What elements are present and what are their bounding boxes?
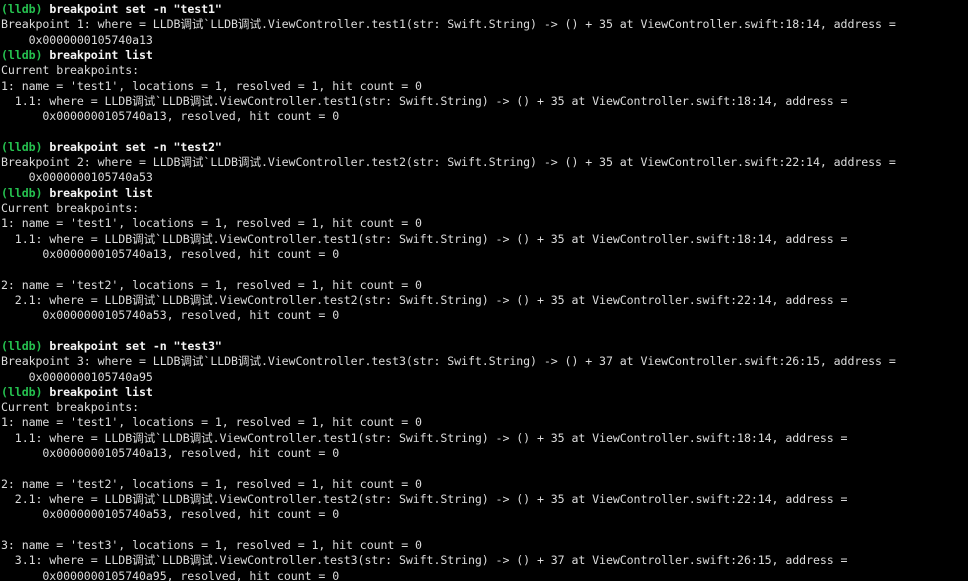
terminal-prompt-line: (lldb) breakpoint list (1, 48, 968, 63)
terminal-output-line: 0x0000000105740a95, resolved, hit count … (1, 569, 968, 581)
terminal-output-line: 0x0000000105740a53, resolved, hit count … (1, 308, 968, 323)
lldb-prompt: (lldb) (1, 384, 50, 399)
terminal-output-text: 1.1: where = LLDB调试`LLDB调试.ViewControlle… (1, 430, 848, 445)
terminal-command-text: breakpoint set -n "test1" (49, 2, 222, 16)
terminal-command-text: breakpoint set -n "test3" (49, 338, 222, 353)
terminal-output-text: 3: name = 'test3', locations = 1, resolv… (1, 537, 422, 552)
terminal-output-text: 2.1: where = LLDB调试`LLDB调试.ViewControlle… (1, 292, 848, 307)
terminal-output-text: 0x0000000105740a13, resolved, hit count … (1, 446, 340, 461)
terminal-output-text: 0x0000000105740a95 (1, 369, 153, 384)
terminal-output-line: 0x0000000105740a95 (1, 370, 968, 385)
terminal-output-line: 0x0000000105740a53, resolved, hit count … (1, 507, 968, 522)
terminal-output-text: Breakpoint 3: where = LLDB调试`LLDB调试.View… (1, 354, 896, 369)
terminal-output-text: 2: name = 'test2', locations = 1, resolv… (1, 277, 422, 292)
terminal-output-text: 0x0000000105740a13, resolved, hit count … (1, 247, 340, 261)
terminal-command-text: breakpoint list (49, 185, 153, 200)
terminal-command-text: breakpoint list (49, 384, 153, 399)
terminal-output-text: 0x0000000105740a53, resolved, hit count … (1, 308, 340, 323)
terminal-output-line: 1.1: where = LLDB调试`LLDB调试.ViewControlle… (1, 431, 968, 446)
terminal-prompt-line: (lldb) breakpoint set -n "test1" (1, 2, 968, 17)
terminal-output-line: 0x0000000105740a13, resolved, hit count … (1, 446, 968, 461)
lldb-prompt: (lldb) (1, 185, 50, 200)
terminal-output-line: Current breakpoints: (1, 201, 968, 216)
terminal-output-text: 1: name = 'test1', locations = 1, resolv… (1, 216, 422, 231)
terminal-command-text: breakpoint list (49, 47, 153, 62)
terminal-output-line: 2.1: where = LLDB调试`LLDB调试.ViewControlle… (1, 293, 968, 308)
terminal-output-line: Current breakpoints: (1, 400, 968, 415)
terminal-output-text: Current breakpoints: (1, 400, 140, 415)
lldb-prompt: (lldb) (1, 338, 50, 353)
terminal-output-text: 0x0000000105740a95, resolved, hit count … (1, 568, 340, 581)
terminal-output-line: 0x0000000105740a53 (1, 170, 968, 185)
terminal-command-text: breakpoint set -n "test2" (49, 139, 222, 154)
terminal-output-text: 2: name = 'test2', locations = 1, resolv… (1, 476, 422, 491)
terminal-output-line: Breakpoint 3: where = LLDB调试`LLDB调试.View… (1, 354, 968, 369)
terminal-output-line: 1: name = 'test1', locations = 1, resolv… (1, 415, 968, 430)
terminal-output-text: Current breakpoints: (1, 63, 140, 78)
terminal-output-line: 1.1: where = LLDB调试`LLDB调试.ViewControlle… (1, 232, 968, 247)
terminal-output-line: Current breakpoints: (1, 63, 968, 78)
terminal-output-text: 0x0000000105740a53 (1, 170, 153, 185)
terminal-output-text: 1.1: where = LLDB调试`LLDB调试.ViewControlle… (1, 231, 848, 246)
terminal-output-line: 1: name = 'test1', locations = 1, resolv… (1, 79, 968, 94)
terminal-output-line: 0x0000000105740a13, resolved, hit count … (1, 247, 968, 262)
terminal-output-text: Breakpoint 2: where = LLDB调试`LLDB调试.View… (1, 155, 896, 170)
terminal-output-line: 3.1: where = LLDB调试`LLDB调试.ViewControlle… (1, 553, 968, 568)
terminal-prompt-line: (lldb) breakpoint list (1, 186, 968, 201)
lldb-prompt: (lldb) (1, 47, 50, 62)
terminal-output-line: 0x0000000105740a13, resolved, hit count … (1, 109, 968, 124)
terminal-prompt-line: (lldb) breakpoint set -n "test3" (1, 339, 968, 354)
terminal-output-text: 0x0000000105740a13 (1, 32, 153, 47)
terminal-output-line: 0x0000000105740a13 (1, 33, 968, 48)
terminal-prompt-line: (lldb) breakpoint list (1, 385, 968, 400)
terminal-output-line: 1.1: where = LLDB调试`LLDB调试.ViewControlle… (1, 94, 968, 109)
terminal-output-line: 2: name = 'test2', locations = 1, resolv… (1, 477, 968, 492)
terminal-output-text: 1.1: where = LLDB调试`LLDB调试.ViewControlle… (1, 93, 848, 108)
lldb-prompt: (lldb) (1, 139, 50, 154)
terminal-prompt-line: (lldb) breakpoint set -n "test2" (1, 140, 968, 155)
terminal-output-line: 2: name = 'test2', locations = 1, resolv… (1, 278, 968, 293)
terminal-output-text: Breakpoint 1: where = LLDB调试`LLDB调试.View… (1, 17, 896, 32)
terminal-output-text: 2.1: where = LLDB调试`LLDB调试.ViewControlle… (1, 492, 848, 506)
lldb-prompt: (lldb) (1, 2, 50, 16)
terminal-output-text: Current breakpoints: (1, 201, 140, 216)
terminal-output-line: Breakpoint 2: where = LLDB调试`LLDB调试.View… (1, 155, 968, 170)
terminal-output-text: 0x0000000105740a13, resolved, hit count … (1, 109, 340, 124)
terminal-output-line: 2.1: where = LLDB调试`LLDB调试.ViewControlle… (1, 492, 968, 507)
terminal-output-text: 1: name = 'test1', locations = 1, resolv… (1, 415, 422, 430)
terminal-output-text: 0x0000000105740a53, resolved, hit count … (1, 507, 340, 522)
terminal-output-text: 3.1: where = LLDB调试`LLDB调试.ViewControlle… (1, 553, 848, 568)
terminal-output-line: 3: name = 'test3', locations = 1, resolv… (1, 538, 968, 553)
terminal-console[interactable]: (lldb) breakpoint set -n "test1" Breakpoi… (0, 0, 968, 581)
terminal-output-line: 1: name = 'test1', locations = 1, resolv… (1, 216, 968, 231)
terminal-output-text: 1: name = 'test1', locations = 1, resolv… (1, 78, 422, 93)
terminal-output-line: Breakpoint 1: where = LLDB调试`LLDB调试.View… (1, 17, 968, 32)
